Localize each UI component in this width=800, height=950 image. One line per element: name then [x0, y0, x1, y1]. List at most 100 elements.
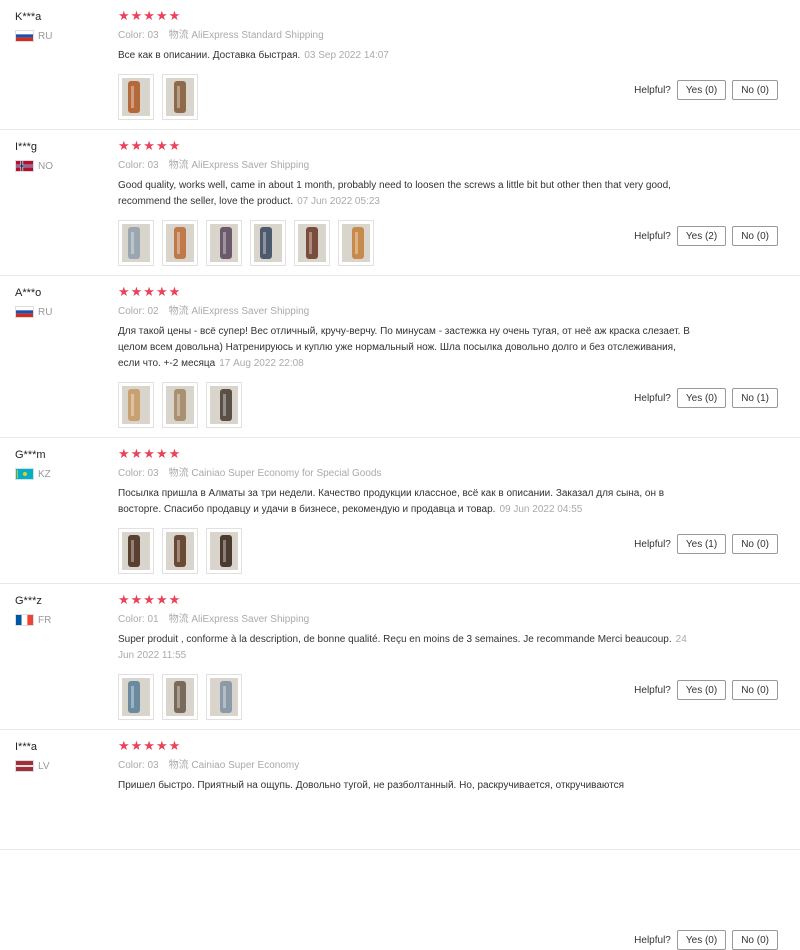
review-text-block: Для такой цены - всё супер! Вес отличный…	[118, 324, 698, 372]
country-flag-icon	[15, 306, 34, 318]
review-item: I***g NO ★★★★★ Color: 03 物流 AliExpress Saver…	[0, 130, 800, 276]
review-photo-thumbnail[interactable]	[162, 528, 198, 574]
review-photo-thumbnail[interactable]	[250, 220, 286, 266]
country-flag-icon	[15, 468, 34, 480]
review-meta: Color: 01 物流 AliExpress Saver Shipping	[118, 613, 698, 627]
reviewer-name: I***g	[15, 141, 38, 153]
color-value: 03	[147, 468, 159, 479]
reviewer-info: G***m KZ	[15, 448, 105, 480]
review-photo-thumbnail[interactable]	[206, 674, 242, 720]
reviewer-country: NO	[15, 160, 105, 172]
review-meta: Color: 03 物流 AliExpress Standard Shipping	[118, 29, 698, 43]
reviewer-name: K***a	[15, 11, 42, 23]
star-rating: ★★★★★	[118, 592, 182, 607]
shipping-label: 物流	[168, 160, 189, 171]
review-text: Для такой цены - всё супер! Вес отличный…	[118, 326, 690, 369]
helpful-yes-button[interactable]: Yes (1)	[676, 534, 727, 554]
review-photo-thumbnail[interactable]	[118, 674, 154, 720]
review-photo-thumbnail[interactable]	[118, 528, 154, 574]
reviewer-name: I***a	[15, 741, 38, 753]
star-rating: ★★★★★	[118, 8, 182, 23]
reviewer-name: A***o	[15, 287, 42, 299]
helpful-no-button[interactable]: No (1)	[732, 388, 778, 408]
review-photo-thumbnail[interactable]	[206, 220, 242, 266]
review-photo-thumbnail[interactable]	[118, 220, 154, 266]
shipping-method: AliExpress Saver Shipping	[191, 160, 310, 171]
review-item: A***o RU ★★★★★ Color: 02 物流 AliExpress Saver…	[0, 276, 800, 438]
review-photo-thumbnail[interactable]	[118, 74, 154, 120]
helpful-yes-button[interactable]: Yes (0)	[676, 930, 727, 950]
color-value: 03	[147, 160, 159, 171]
color-value: 03	[147, 760, 159, 771]
helpful-votes: Helpful? Yes (0) No (1)	[634, 388, 778, 408]
review-photos	[118, 220, 698, 266]
review-photo-thumbnail[interactable]	[118, 382, 154, 428]
shipping-method: AliExpress Saver Shipping	[191, 614, 310, 625]
color-label: Color:	[118, 306, 145, 317]
country-code: KZ	[38, 468, 51, 480]
review-date: 17 Aug 2022 22:08	[219, 358, 304, 369]
country-code: RU	[38, 306, 53, 318]
review-text: Good quality, works well, came in about …	[118, 180, 671, 207]
reviewer-country: LV	[15, 760, 105, 772]
country-flag-icon	[15, 760, 34, 772]
helpful-votes: Helpful? Yes (0) No (0)	[634, 80, 778, 100]
helpful-votes: Helpful? Yes (0) No (0)	[634, 680, 778, 700]
review-photo-thumbnail[interactable]	[162, 74, 198, 120]
color-value: 01	[147, 614, 159, 625]
reviewer-country: RU	[15, 306, 105, 318]
helpful-yes-button[interactable]: Yes (0)	[676, 388, 727, 408]
star-rating: ★★★★★	[118, 138, 182, 153]
color-label: Color:	[118, 160, 145, 171]
review-body: ★★★★★ Color: 03 物流 Cainiao Super Economy f…	[118, 446, 698, 574]
review-text-block: Все как в описании. Доставка быстрая. 03 …	[118, 48, 698, 64]
helpful-no-button[interactable]: No (0)	[732, 534, 778, 554]
helpful-votes: Helpful? Yes (2) No (0)	[634, 226, 778, 246]
country-code: FR	[38, 614, 52, 626]
helpful-no-button[interactable]: No (0)	[732, 930, 778, 950]
star-rating: ★★★★★	[118, 446, 182, 461]
helpful-yes-button[interactable]: Yes (0)	[676, 680, 727, 700]
review-photo-thumbnail[interactable]	[338, 220, 374, 266]
review-item: K***a RU ★★★★★ Color: 03 物流 AliExpress Stand…	[0, 0, 800, 130]
helpful-label: Helpful?	[634, 392, 671, 404]
review-photo-thumbnail[interactable]	[206, 528, 242, 574]
shipping-label: 物流	[168, 760, 189, 771]
review-text: Посылка пришла в Алматы за три недели. К…	[118, 488, 665, 515]
reviewer-country: FR	[15, 614, 105, 626]
reviewer-info: K***a RU	[15, 10, 105, 42]
review-photo-thumbnail[interactable]	[294, 220, 330, 266]
helpful-label: Helpful?	[634, 538, 671, 550]
helpful-label: Helpful?	[634, 230, 671, 242]
review-body: ★★★★★ Color: 03 物流 AliExpress Saver Shippi…	[118, 138, 698, 266]
reviewer-info: G***z FR	[15, 594, 105, 626]
country-flag-icon	[15, 160, 34, 172]
review-photo-thumbnail[interactable]	[162, 382, 198, 428]
color-value: 02	[147, 306, 159, 317]
country-flag-icon	[15, 614, 34, 626]
reviewer-info: I***a LV	[15, 740, 105, 772]
helpful-no-button[interactable]: No (0)	[732, 680, 778, 700]
review-photos	[118, 674, 698, 720]
helpful-votes: Helpful? Yes (0) No (0)	[634, 930, 778, 950]
review-photos	[118, 74, 698, 120]
review-photo-thumbnail[interactable]	[162, 220, 198, 266]
helpful-yes-button[interactable]: Yes (2)	[676, 226, 727, 246]
review-body: ★★★★★ Color: 03 物流 AliExpress Standard Shi…	[118, 8, 698, 120]
color-label: Color:	[118, 30, 145, 41]
shipping-method: Cainiao Super Economy for Special Goods	[191, 468, 382, 479]
helpful-yes-button[interactable]: Yes (0)	[676, 80, 727, 100]
review-photo-thumbnail[interactable]	[162, 674, 198, 720]
reviewer-info: I***g NO	[15, 140, 105, 172]
shipping-method: AliExpress Saver Shipping	[191, 306, 310, 317]
review-meta: Color: 03 物流 AliExpress Saver Shipping	[118, 159, 698, 173]
review-meta: Color: 03 物流 Cainiao Super Economy for Sp…	[118, 467, 698, 481]
helpful-no-button[interactable]: No (0)	[732, 226, 778, 246]
helpful-no-button[interactable]: No (0)	[732, 80, 778, 100]
review-photo-thumbnail[interactable]	[206, 382, 242, 428]
review-text-block: Super produit , conforme à la descriptio…	[118, 632, 698, 664]
review-text-block: Good quality, works well, came in about …	[118, 178, 698, 210]
shipping-label: 物流	[168, 306, 189, 317]
country-code: NO	[38, 160, 53, 172]
shipping-label: 物流	[168, 468, 189, 479]
